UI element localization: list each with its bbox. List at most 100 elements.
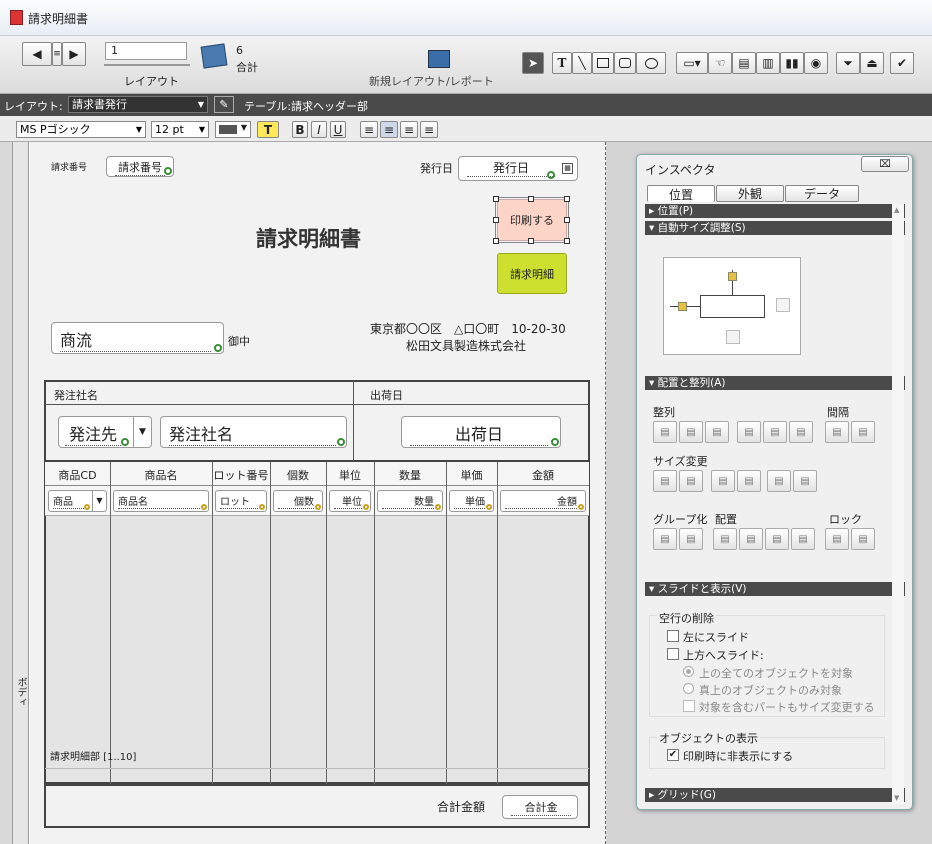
- inspector-scrollbar[interactable]: ▲ ▼: [892, 204, 904, 804]
- chevron-down-icon[interactable]: ▼: [133, 417, 151, 447]
- section-position[interactable]: ▸ 位置(P): [645, 204, 905, 218]
- detail-button[interactable]: 請求明細: [497, 253, 567, 294]
- underline-button[interactable]: U: [330, 121, 346, 138]
- resize-both-max-icon[interactable]: ▤: [793, 470, 817, 492]
- tab-appearance[interactable]: 外観: [716, 185, 784, 202]
- record-book-icon[interactable]: ≡: [52, 42, 62, 66]
- row-field[interactable]: ロット: [215, 490, 267, 512]
- invoice-no-field[interactable]: 請求番号: [106, 156, 174, 177]
- resize-height-min-icon[interactable]: ▤: [711, 470, 735, 492]
- opt-all-above-radio[interactable]: [683, 666, 694, 677]
- edit-layout-button[interactable]: ✎: [214, 96, 234, 113]
- chart-tool-button[interactable]: ▮▮: [780, 52, 804, 74]
- align-center-v-icon[interactable]: ▤: [763, 421, 787, 443]
- lock-icon[interactable]: [728, 272, 737, 281]
- selection-handle[interactable]: [564, 196, 570, 202]
- bold-button[interactable]: B: [292, 121, 308, 138]
- tab-data[interactable]: データ: [785, 185, 859, 202]
- group-icon[interactable]: ▤: [653, 528, 677, 550]
- distribute-v-icon[interactable]: ▤: [851, 421, 875, 443]
- row-field[interactable]: 単価: [449, 490, 494, 512]
- opt-directly-above-radio[interactable]: [683, 683, 694, 694]
- row-field[interactable]: 単位: [329, 490, 371, 512]
- field-tool-button[interactable]: ▭▾: [676, 52, 708, 74]
- button-tool-button[interactable]: ☜: [708, 52, 732, 74]
- lock-icon[interactable]: ▤: [825, 528, 849, 550]
- row-field[interactable]: 数量: [377, 490, 443, 512]
- italic-button[interactable]: I: [311, 121, 327, 138]
- align-center-h-icon[interactable]: ▤: [679, 421, 703, 443]
- format-painter-button[interactable]: ⏏: [860, 52, 884, 74]
- total-amount-field[interactable]: 合計金: [502, 795, 578, 819]
- slide-left-checkbox[interactable]: [667, 630, 679, 642]
- new-layout-icon[interactable]: [428, 50, 450, 68]
- highlight-color-button[interactable]: T: [257, 121, 279, 138]
- send-back-icon[interactable]: ▤: [791, 528, 815, 550]
- ungroup-icon[interactable]: ▤: [679, 528, 703, 550]
- align-bottom-icon[interactable]: ▤: [789, 421, 813, 443]
- ship-date-field[interactable]: 出荷日: [401, 416, 561, 448]
- layout-selector[interactable]: 請求書発行 ▼: [68, 96, 208, 113]
- section-slide[interactable]: ▾ スライドと表示(V): [645, 582, 905, 596]
- unlock-icon[interactable]: [726, 330, 740, 344]
- rounded-rect-tool-button[interactable]: [614, 52, 636, 74]
- selection-handle[interactable]: [564, 217, 570, 223]
- scroll-up-icon[interactable]: ▲: [894, 206, 899, 214]
- bring-front-icon[interactable]: ▤: [713, 528, 737, 550]
- web-viewer-tool-button[interactable]: ◉: [804, 52, 828, 74]
- customer-field[interactable]: 商流: [51, 322, 224, 354]
- pointer-tool-button[interactable]: ➤: [522, 52, 544, 74]
- line-tool-button[interactable]: ╲: [572, 52, 592, 74]
- new-layout-label[interactable]: 新規レイアウト/レポート: [369, 73, 494, 89]
- align-left-icon[interactable]: ▤: [653, 421, 677, 443]
- issue-date-field[interactable]: 発行日 ▦: [458, 156, 578, 181]
- section-grid[interactable]: ▸ グリッド(G): [645, 788, 905, 802]
- selection-handle[interactable]: [528, 196, 534, 202]
- align-justify-button[interactable]: ≡: [420, 121, 438, 138]
- section-arrange[interactable]: ▾ 配置と整列(A): [645, 376, 905, 390]
- portal-tool-button[interactable]: ▥: [756, 52, 780, 74]
- distribute-h-icon[interactable]: ▤: [825, 421, 849, 443]
- body-part-tab[interactable]: ボディ: [12, 142, 29, 844]
- align-top-icon[interactable]: ▤: [737, 421, 761, 443]
- hide-when-printing-checkbox[interactable]: ✔: [667, 749, 679, 761]
- unlock-icon[interactable]: ▤: [851, 528, 875, 550]
- orderer-code-field[interactable]: 発注先 ▼: [58, 416, 152, 448]
- selection-handle[interactable]: [493, 217, 499, 223]
- brush-tool-button[interactable]: ✔: [890, 52, 914, 74]
- selection-handle[interactable]: [564, 238, 570, 244]
- unlock-icon[interactable]: [776, 298, 790, 312]
- calendar-icon[interactable]: ▦: [562, 163, 573, 174]
- row-field[interactable]: 個数: [273, 490, 323, 512]
- resize-enclosing-checkbox[interactable]: [683, 700, 695, 712]
- chevron-down-icon[interactable]: ▼: [92, 491, 106, 511]
- font-size-selector[interactable]: 12 pt ▼: [151, 121, 209, 138]
- lock-icon[interactable]: [678, 302, 687, 311]
- resize-both-min-icon[interactable]: ▤: [767, 470, 791, 492]
- row-field[interactable]: 金額: [500, 490, 586, 512]
- bring-forward-icon[interactable]: ▤: [739, 528, 763, 550]
- record-next-button[interactable]: ▶: [62, 42, 86, 66]
- text-color-selector[interactable]: ▼: [215, 121, 251, 138]
- record-slider[interactable]: [104, 64, 190, 66]
- autosize-diagram[interactable]: [663, 257, 801, 355]
- row-field[interactable]: 商品名: [113, 490, 209, 512]
- align-right-button[interactable]: ≡: [400, 121, 418, 138]
- record-number-field[interactable]: 1: [105, 42, 187, 60]
- section-autosize[interactable]: ▾ 自動サイズ調整(S): [645, 221, 905, 235]
- oval-tool-button[interactable]: [636, 52, 666, 74]
- scroll-down-icon[interactable]: ▼: [894, 794, 899, 802]
- align-center-button[interactable]: ≡: [380, 121, 398, 138]
- align-right-icon[interactable]: ▤: [705, 421, 729, 443]
- tab-position[interactable]: 位置: [647, 185, 715, 202]
- row-field[interactable]: 商品 ▼: [48, 490, 107, 512]
- rectangle-tool-button[interactable]: [592, 52, 614, 74]
- send-backward-icon[interactable]: ▤: [765, 528, 789, 550]
- slide-up-checkbox[interactable]: [667, 648, 679, 660]
- resize-height-max-icon[interactable]: ▤: [737, 470, 761, 492]
- record-prev-button[interactable]: ◀: [22, 42, 52, 66]
- print-button[interactable]: 印刷する: [495, 197, 569, 243]
- font-selector[interactable]: MS Pゴシック ▼: [16, 121, 146, 138]
- tab-control-tool-button[interactable]: ▤: [732, 52, 756, 74]
- inspector-close-button[interactable]: ⌧: [861, 156, 909, 172]
